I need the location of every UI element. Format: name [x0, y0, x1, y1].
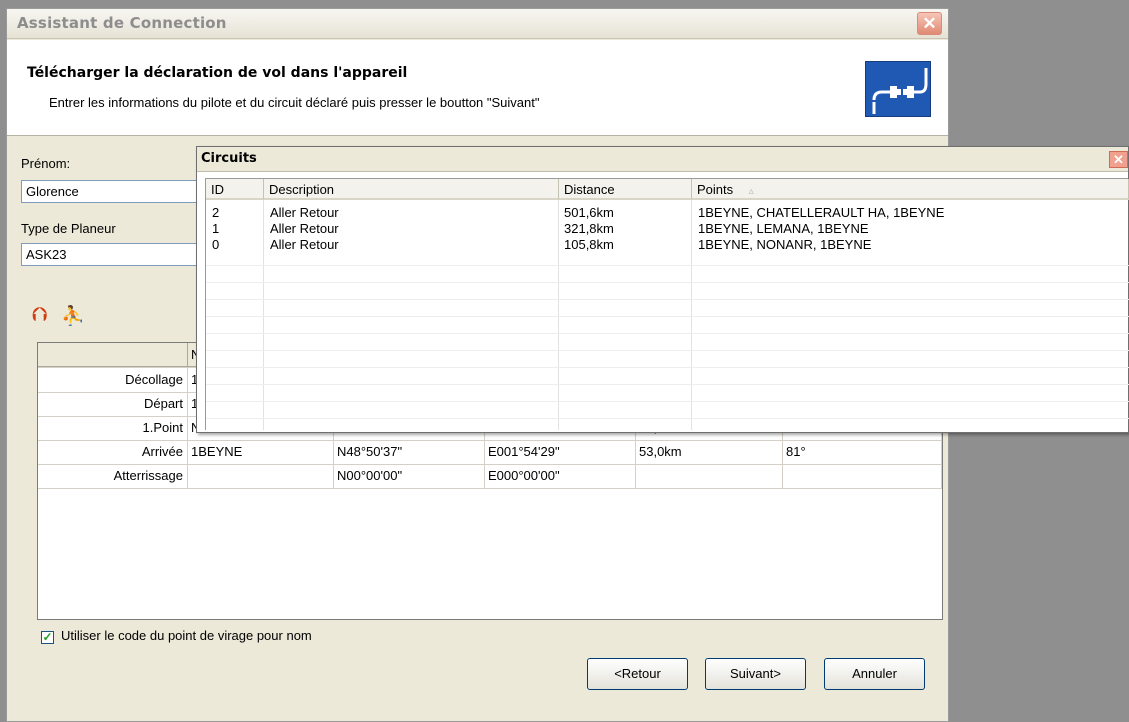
- list-item[interactable]: 1 Aller Retour 321,8km 1BEYNE, LEMANA, 1BEY…: [206, 221, 1129, 237]
- header-title: Télécharger la déclaration de vol dans l…: [27, 65, 408, 81]
- waypoint-name-cell[interactable]: [188, 464, 334, 488]
- bearing-cell[interactable]: [783, 464, 942, 488]
- grid-corner-header: [38, 343, 188, 367]
- row-label: 1.Point: [38, 416, 188, 440]
- table-row[interactable]: Arrivée 1BEYNE N48°50'37" E001°54'29" 53,0km…: [38, 440, 942, 465]
- waypoint-name-cell[interactable]: 1BEYNE: [188, 440, 334, 464]
- longitude-cell[interactable]: E001°54'29": [485, 440, 636, 464]
- circuit-description-cell: Aller Retour: [270, 205, 339, 220]
- circuit-distance-cell: 105,8km: [564, 237, 614, 252]
- circuit-description-cell: Aller Retour: [270, 221, 339, 236]
- row-label: Décollage: [38, 368, 188, 392]
- circuit-id-cell: 2: [212, 205, 220, 220]
- row-divider: [206, 401, 1129, 402]
- column-header-id[interactable]: ID: [206, 179, 264, 200]
- takeoff-upload-icon[interactable]: ⮉: [32, 304, 47, 327]
- prenom-label: Prénom:: [21, 156, 71, 171]
- header-subtitle: Entrer les informations du pilote et du …: [49, 95, 540, 110]
- connector-plug-icon: [865, 61, 931, 117]
- distance-cell[interactable]: 53,0km: [636, 440, 783, 464]
- circuit-distance-cell: 321,8km: [564, 221, 614, 236]
- row-label: Arrivée: [38, 440, 188, 464]
- longitude-cell[interactable]: E000°00'00": [485, 464, 636, 488]
- column-header-points-label: Points: [697, 182, 734, 197]
- column-header-distance[interactable]: Distance: [559, 179, 692, 200]
- row-divider: [206, 350, 1129, 351]
- row-divider: [206, 316, 1129, 317]
- list-item[interactable]: 2 Aller Retour 501,6km 1BEYNE, CHATELLERAUL…: [206, 205, 1129, 221]
- circuit-points-cell: 1BEYNE, LEMANA, 1BEYNE: [698, 221, 869, 236]
- circuit-points-cell: 1BEYNE, CHATELLERAULT HA, 1BEYNE: [698, 205, 945, 220]
- use-turnpoint-code-checkbox[interactable]: ✓: [41, 631, 54, 644]
- distance-cell[interactable]: [636, 464, 783, 488]
- row-label: Atterrissage: [38, 464, 188, 488]
- circuit-description-cell: Aller Retour: [270, 237, 339, 252]
- window-title: Assistant de Connection: [17, 14, 227, 32]
- circuits-titlebar[interactable]: Circuits ✕: [197, 147, 1128, 172]
- close-icon[interactable]: ✕: [917, 12, 942, 35]
- circuit-points-cell: 1BEYNE, NONANR, 1BEYNE: [698, 237, 872, 252]
- row-divider: [206, 265, 1129, 266]
- row-label: Départ: [38, 392, 188, 416]
- row-divider: [206, 384, 1129, 385]
- bearing-cell[interactable]: 81°: [783, 440, 942, 464]
- latitude-cell[interactable]: N00°00'00": [334, 464, 485, 488]
- latitude-cell[interactable]: N48°50'37": [334, 440, 485, 464]
- window-titlebar[interactable]: Assistant de Connection ✕: [7, 9, 948, 39]
- row-divider: [206, 299, 1129, 300]
- circuits-window: Circuits ✕ ID Description Distance Point…: [196, 146, 1129, 433]
- circuits-list: ID Description Distance Points ▵ 2 Aller …: [205, 178, 1129, 430]
- row-divider: [206, 282, 1129, 283]
- wizard-header: Télécharger la déclaration de vol dans l…: [7, 40, 948, 136]
- next-button[interactable]: Suivant>: [705, 658, 806, 690]
- list-item[interactable]: 0 Aller Retour 105,8km 1BEYNE, NONANR, 1BEY…: [206, 237, 1129, 253]
- circuits-title: Circuits: [201, 151, 257, 166]
- pilot-walking-icon[interactable]: ⛹: [61, 304, 85, 328]
- close-icon[interactable]: ✕: [1109, 151, 1128, 168]
- prenom-field[interactable]: Glorence: [21, 180, 206, 203]
- column-header-description[interactable]: Description: [264, 179, 559, 200]
- planeur-field[interactable]: ASK23: [21, 243, 206, 266]
- sort-ascending-icon: ▵: [748, 186, 754, 197]
- column-header-points[interactable]: Points ▵: [692, 179, 1129, 200]
- circuit-id-cell: 1: [212, 221, 220, 236]
- row-divider: [206, 418, 1129, 419]
- row-divider: [206, 367, 1129, 368]
- back-button[interactable]: <Retour: [587, 658, 688, 690]
- cancel-button[interactable]: Annuler: [824, 658, 925, 690]
- row-divider: [206, 333, 1129, 334]
- planeur-label: Type de Planeur: [21, 221, 116, 236]
- use-turnpoint-code-label: Utiliser le code du point de virage pour…: [61, 628, 312, 643]
- circuit-id-cell: 0: [212, 237, 220, 252]
- circuit-distance-cell: 501,6km: [564, 205, 614, 220]
- table-row[interactable]: Atterrissage N00°00'00" E000°00'00": [38, 464, 942, 489]
